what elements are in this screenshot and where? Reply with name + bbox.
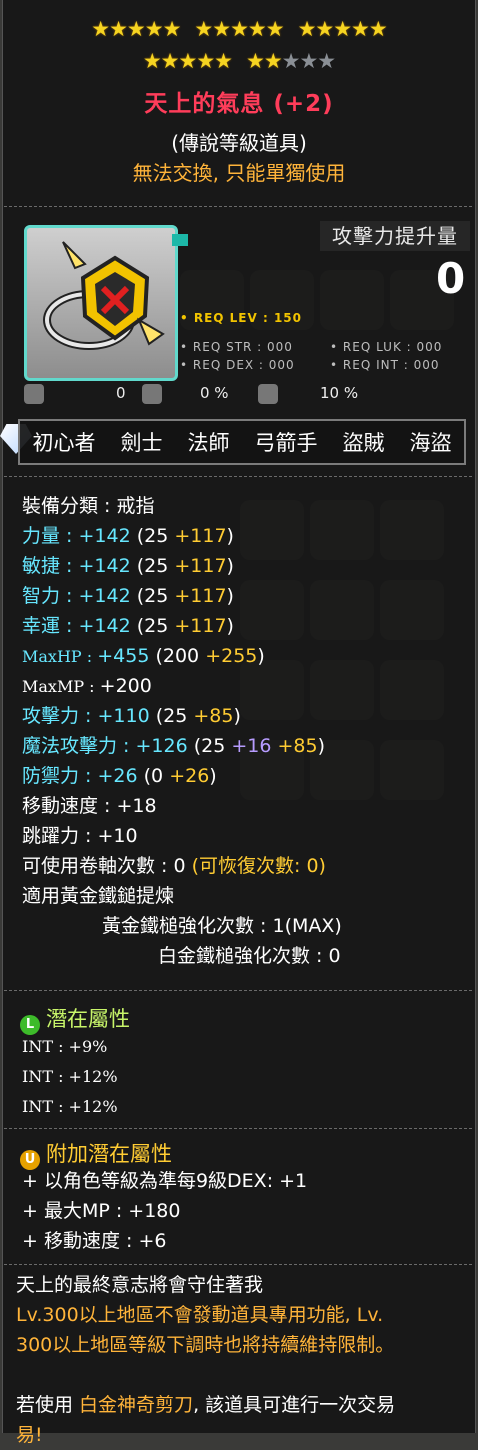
potential-line-3: INT : +12% (22, 1097, 118, 1116)
req-luk: • REQ LUK : 000 (330, 340, 443, 354)
req-level: • REQ LEV : 150 (180, 311, 302, 325)
additional-potential-header: U 附加潛在屬性 (20, 1138, 172, 1170)
stat-speed: 移動速度 : +18 (22, 795, 157, 817)
potential-line-2: INT : +12% (22, 1067, 118, 1086)
slot-scissor-icon (24, 384, 44, 404)
job-magician: 法師 (187, 431, 230, 455)
divider (4, 1264, 472, 1265)
divider (4, 206, 472, 207)
req-str: • REQ STR : 000 (180, 340, 293, 354)
stat-maxmp: MaxMP : +200 (22, 675, 152, 697)
stat-defense: 防禦力 : +26 (0 +26) (22, 765, 217, 787)
item-icon-frame (24, 225, 178, 381)
job-beginner: 初心者 (32, 431, 96, 455)
stat-magic-attack: 魔法攻擊力 : +126 (25 +16 +85) (22, 735, 326, 757)
slot-upgrade-icon (142, 384, 162, 404)
additional-potential-line-2: + 最大MP : +180 (22, 1200, 181, 1222)
stat-scroll-slots: 可使用卷軸次數 : 0 (可恢復次數: 0) (22, 855, 326, 877)
job-requirements: 初心者 劍士 法師 弓箭手 盜賊 海盜 (18, 419, 466, 465)
description-line-1: 天上的最終意志將會守住著我 (16, 1274, 264, 1296)
hammer-applied: 適用黃金鐵鎚提煉 (22, 885, 175, 907)
stat-category: 裝備分類 : 戒指 (22, 495, 155, 517)
slot-value-2: 0 % (200, 384, 229, 402)
potential-line-1: INT : +9% (22, 1037, 108, 1056)
job-bowman: 弓箭手 (254, 431, 318, 455)
divider (4, 990, 472, 991)
slot-value-3: 10 % (320, 384, 359, 402)
stat-maxhp: MaxHP : +455 (200 +255) (22, 645, 265, 667)
item-name: 天上的氣息 (+2) (144, 91, 334, 117)
req-dex: • REQ DEX : 000 (180, 358, 295, 372)
slot-shield-icon (258, 384, 278, 404)
description-line-2: Lv.300以上地區不會發動道具專用功能, Lv. (16, 1304, 384, 1326)
attack-boost-value: 0 (436, 254, 466, 303)
ring-icon (43, 241, 165, 350)
gold-hammer-count: 黃金鐵槌強化次數 : 1(MAX) (102, 915, 342, 937)
additional-potential-grade-icon: U (20, 1150, 40, 1170)
potential-grade-icon: L (20, 1015, 40, 1035)
stat-str: 力量 : +142 (25 +117) (22, 525, 234, 547)
item-grade: (傳說等級道具) (171, 131, 307, 155)
trade-note: 無法交換, 只能單獨使用 (132, 161, 346, 185)
description-line-5: 易! (16, 1424, 43, 1446)
additional-potential-line-3: + 移動速度 : +6 (22, 1230, 167, 1252)
divider (4, 1128, 472, 1129)
item-description: 天上的最終意志將會守住著我 Lv.300以上地區不會發動道具專用功能, Lv. … (16, 1270, 471, 1450)
description-line-4: 若使用 白金神奇剪刀, 該道具可進行一次交易 (16, 1394, 396, 1416)
white-hammer-count: 白金鐵槌強化次數 : 0 (158, 945, 341, 967)
stat-dex: 敏捷 : +142 (25 +117) (22, 555, 234, 577)
stat-luk: 幸運 : +142 (25 +117) (22, 615, 234, 637)
job-thief: 盜賊 (342, 431, 385, 455)
divider (4, 476, 472, 477)
attack-boost-label: 攻擊力提升量 (320, 221, 470, 251)
potential-header: L 潛在屬性 (20, 1003, 130, 1035)
stat-jump: 跳躍力 : +10 (22, 825, 138, 847)
star-force-row-1: ★★★★★ ★★★★★ ★★★★★ (91, 17, 387, 41)
slot-value-1: 0 (116, 384, 126, 402)
star-force-row-2: ★★★★★ ★★★★★ (142, 49, 336, 73)
job-warrior: 劍士 (120, 431, 163, 455)
stat-int: 智力 : +142 (25 +117) (22, 585, 234, 607)
job-pirate: 海盜 (409, 431, 452, 455)
stat-attack: 攻擊力 : +110 (25 +85) (22, 705, 241, 727)
frame-tag (172, 234, 188, 246)
req-int: • REQ INT : 000 (330, 358, 440, 372)
description-line-3: 300以上地區等級下調時也將持續維持限制。 (16, 1334, 395, 1356)
additional-potential-line-1: + 以角色等級為準每9級DEX: +1 (22, 1170, 308, 1192)
